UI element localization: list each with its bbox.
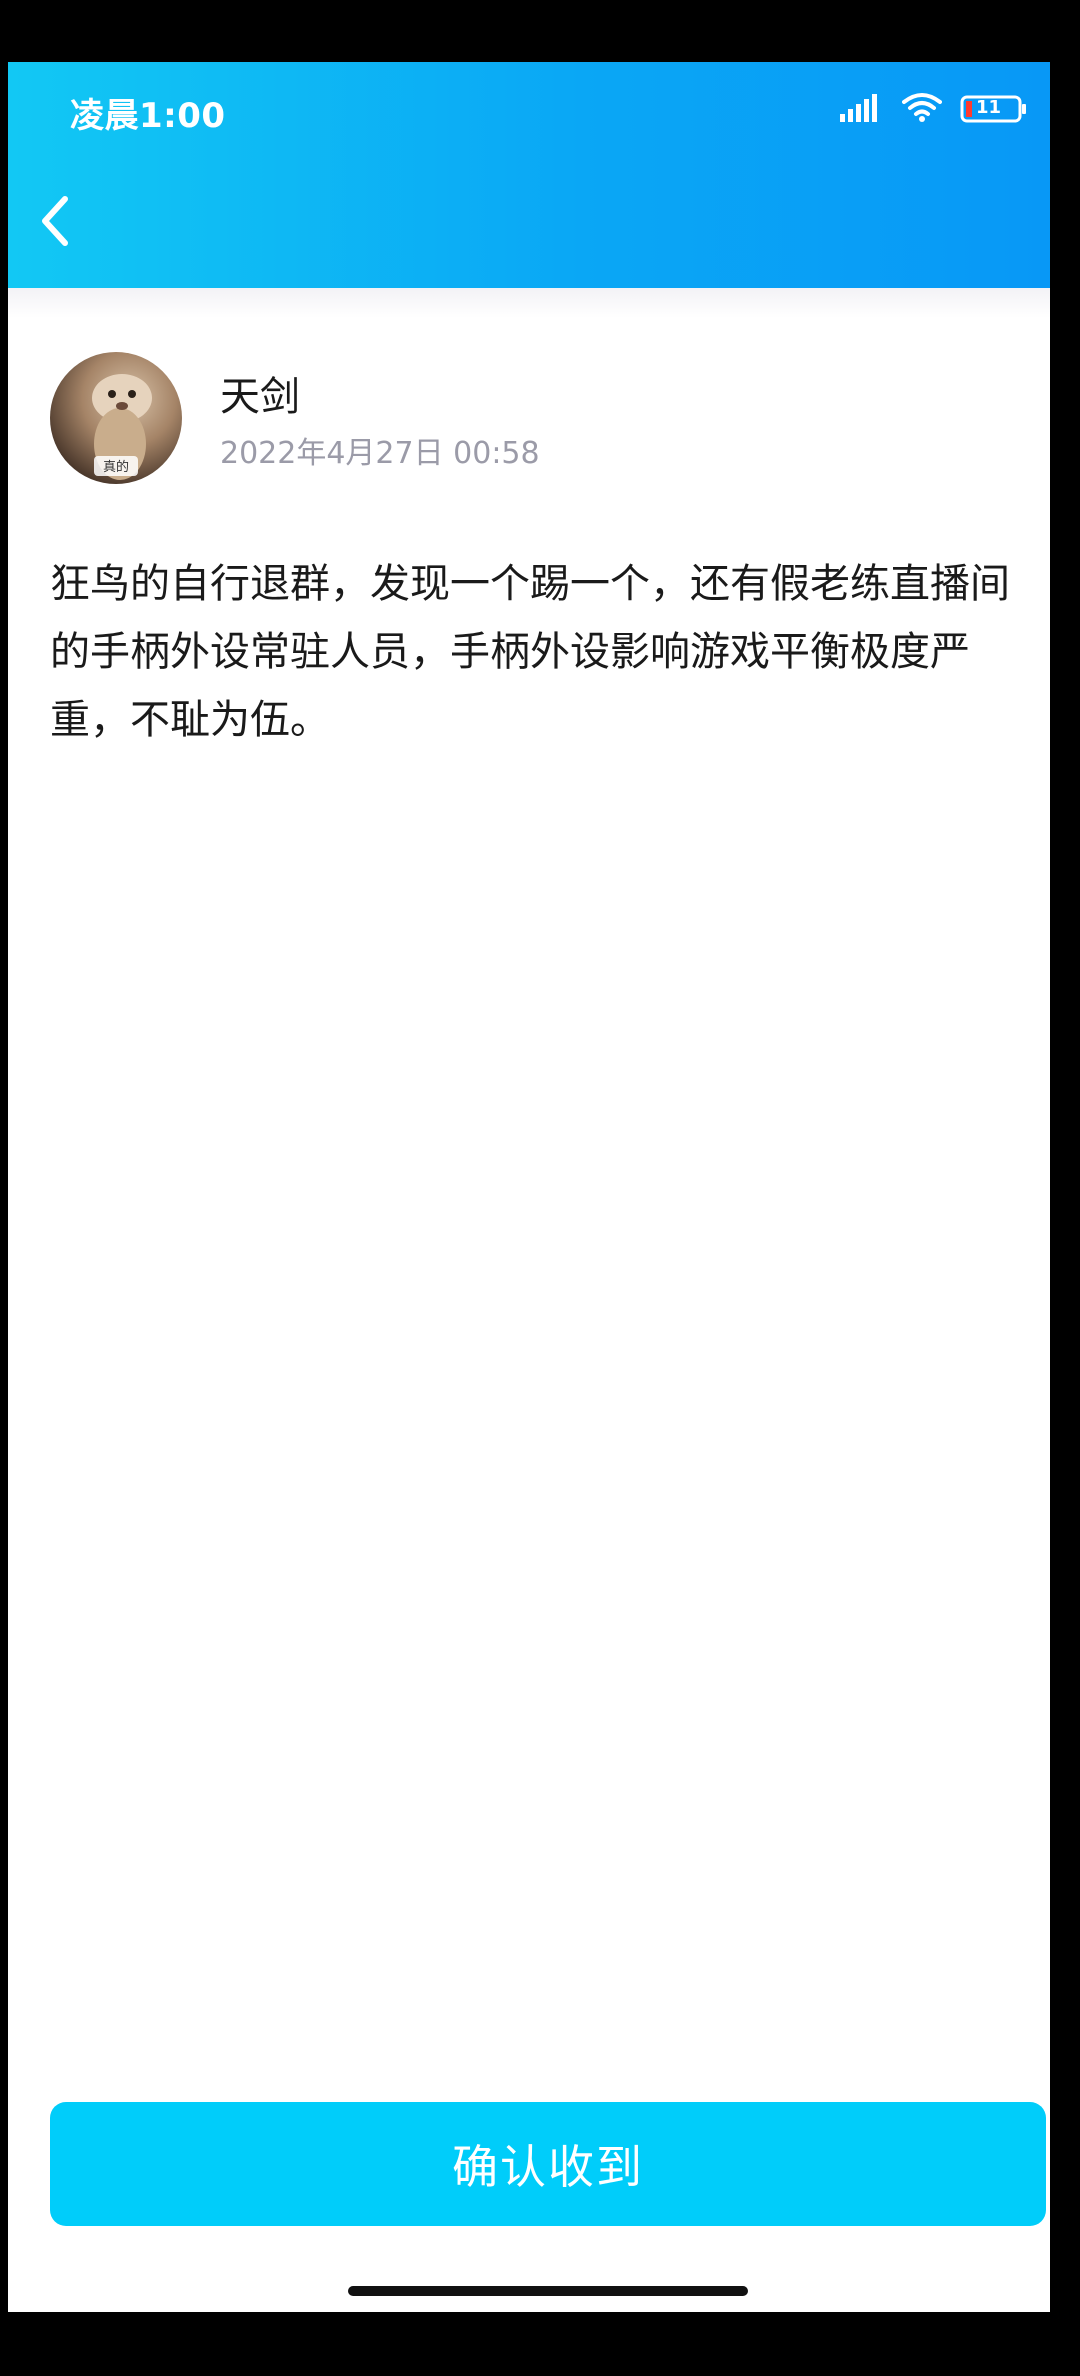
back-button[interactable] [24,188,84,258]
app-screen: 凌晨1:00 11 真的 天剑 2022年4月27日 00:58 狂鸟的自行退群… [8,62,1050,2312]
battery-icon: 11 [960,94,1028,124]
avatar[interactable]: 真的 [50,352,182,484]
post-body-text: 狂鸟的自行退群，发现一个踢一个，还有假老练直播间的手柄外设常驻人员，手柄外设影响… [50,561,1010,743]
signal-icon [840,92,884,126]
home-indicator[interactable] [348,2286,748,2296]
chevron-left-icon [39,195,69,251]
post-date: 2022年4月27日 00:58 [220,436,540,471]
post-author-row: 真的 天剑 2022年4月27日 00:58 [50,352,1010,492]
confirm-received-button[interactable]: 确认收到 [50,2102,1046,2226]
wifi-icon [902,92,942,126]
battery-level: 11 [976,97,1002,118]
status-time: 凌晨1:00 [70,96,226,136]
avatar-badge-text: 真的 [103,459,129,475]
header-divider [8,288,1050,318]
author-name[interactable]: 天剑 [220,364,300,422]
top-bar: 凌晨1:00 11 [8,62,1050,288]
avatar-image: 真的 [92,374,152,480]
status-icons: 11 [840,92,1028,126]
